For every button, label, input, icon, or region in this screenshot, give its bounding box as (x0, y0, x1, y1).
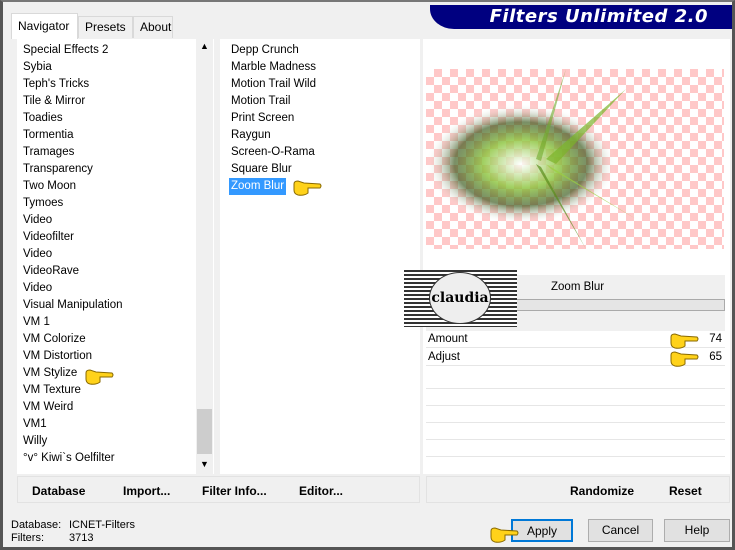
category-item[interactable]: Visual Manipulation (21, 297, 125, 314)
category-item[interactable]: Tormentia (21, 127, 76, 144)
tab-presets[interactable]: Presets (78, 16, 133, 38)
category-item[interactable]: VideoRave (21, 263, 81, 280)
scroll-thumb[interactable] (197, 409, 212, 454)
category-item[interactable]: Teph's Tricks (21, 76, 91, 93)
tab-navigator[interactable]: Navigator (11, 13, 78, 39)
category-item[interactable]: °v° Kiwi`s Oelfilter (21, 450, 117, 467)
scroll-down-icon[interactable]: ▼ (200, 459, 209, 469)
category-item[interactable]: Special Effects 2 (21, 42, 110, 59)
pointing-hand-icon (670, 351, 699, 367)
editor-button[interactable]: Editor... (299, 484, 343, 498)
import-button[interactable]: Import... (123, 484, 170, 498)
category-item[interactable]: VM Weird (21, 399, 75, 416)
category-item[interactable]: Tile & Mirror (21, 93, 87, 110)
category-scrollbar[interactable]: ▲ ▼ (196, 39, 213, 474)
status-database-label: Database: (11, 519, 62, 531)
filters-unlimited-window: Filters Unlimited 2.0 Navigator Presets Ab… (0, 0, 735, 550)
param-value[interactable]: 65 (709, 349, 722, 366)
param-label: Amount (428, 333, 468, 345)
randomize-button[interactable]: Randomize (570, 484, 634, 498)
category-item[interactable]: Video (21, 246, 54, 263)
filter-item[interactable]: Print Screen (229, 110, 296, 127)
pointing-hand-icon (670, 333, 699, 349)
category-item[interactable]: Tramages (21, 144, 76, 161)
category-item[interactable]: Video (21, 212, 54, 229)
filter-item[interactable]: Zoom Blur (229, 178, 287, 195)
filter-item[interactable]: Square Blur (229, 161, 294, 178)
category-item[interactable]: VM 1 (21, 314, 52, 331)
cancel-button[interactable]: Cancel (588, 519, 653, 542)
category-item[interactable]: Toadies (21, 110, 65, 127)
filter-list[interactable]: Depp Crunch Marble Madness Motion Trail Wi… (220, 39, 420, 474)
app-title-banner: Filters Unlimited 2.0 (430, 5, 732, 29)
filter-item[interactable]: Motion Trail Wild (229, 76, 318, 93)
status-database-value: ICNET-Filters (69, 519, 135, 531)
filter-item[interactable]: Motion Trail (229, 93, 292, 110)
filter-item[interactable]: Depp Crunch (229, 42, 301, 59)
pointing-hand-icon (293, 180, 322, 196)
category-item[interactable]: Two Moon (21, 178, 78, 195)
pointing-hand-icon (85, 369, 114, 385)
database-button[interactable]: Database (32, 484, 85, 498)
category-item[interactable]: Sybia (21, 59, 54, 76)
filter-name-label: Zoom Blur (551, 281, 605, 293)
zoom-blur-preview (426, 69, 636, 249)
category-item[interactable]: Video (21, 280, 54, 297)
filter-item[interactable]: Marble Madness (229, 59, 318, 76)
filter-item[interactable]: Raygun (229, 127, 273, 144)
status-filters-label: Filters: (11, 532, 44, 544)
param-value[interactable]: 74 (709, 331, 722, 348)
preview-image (426, 69, 724, 249)
param-label: Adjust (428, 351, 460, 363)
category-item[interactable]: VM Distortion (21, 348, 94, 365)
category-item[interactable]: Videofilter (21, 229, 76, 246)
status-filters-value: 3713 (69, 532, 94, 544)
category-list[interactable]: Special Effects 2 Sybia Teph's Tricks Tile … (17, 39, 214, 474)
claudia-logo: claudia (404, 270, 517, 327)
pointing-hand-icon (490, 527, 519, 543)
help-button[interactable]: Help (664, 519, 730, 542)
reset-button[interactable]: Reset (669, 484, 702, 498)
param-empty-rows (426, 372, 725, 472)
tab-about[interactable]: About (133, 16, 173, 38)
filter-info-button[interactable]: Filter Info... (202, 484, 267, 498)
category-item[interactable]: VM Colorize (21, 331, 88, 348)
scroll-up-icon[interactable]: ▲ (200, 41, 209, 51)
category-item[interactable]: Transparency (21, 161, 95, 178)
category-item[interactable]: VM1 (21, 416, 49, 433)
category-item[interactable]: Willy (21, 433, 49, 450)
category-item[interactable]: VM Stylize (21, 365, 79, 382)
category-item[interactable]: VM Texture (21, 382, 83, 399)
category-item[interactable]: Tymoes (21, 195, 65, 212)
apply-button[interactable]: Apply (511, 519, 573, 542)
filter-item[interactable]: Screen-O-Rama (229, 144, 317, 161)
